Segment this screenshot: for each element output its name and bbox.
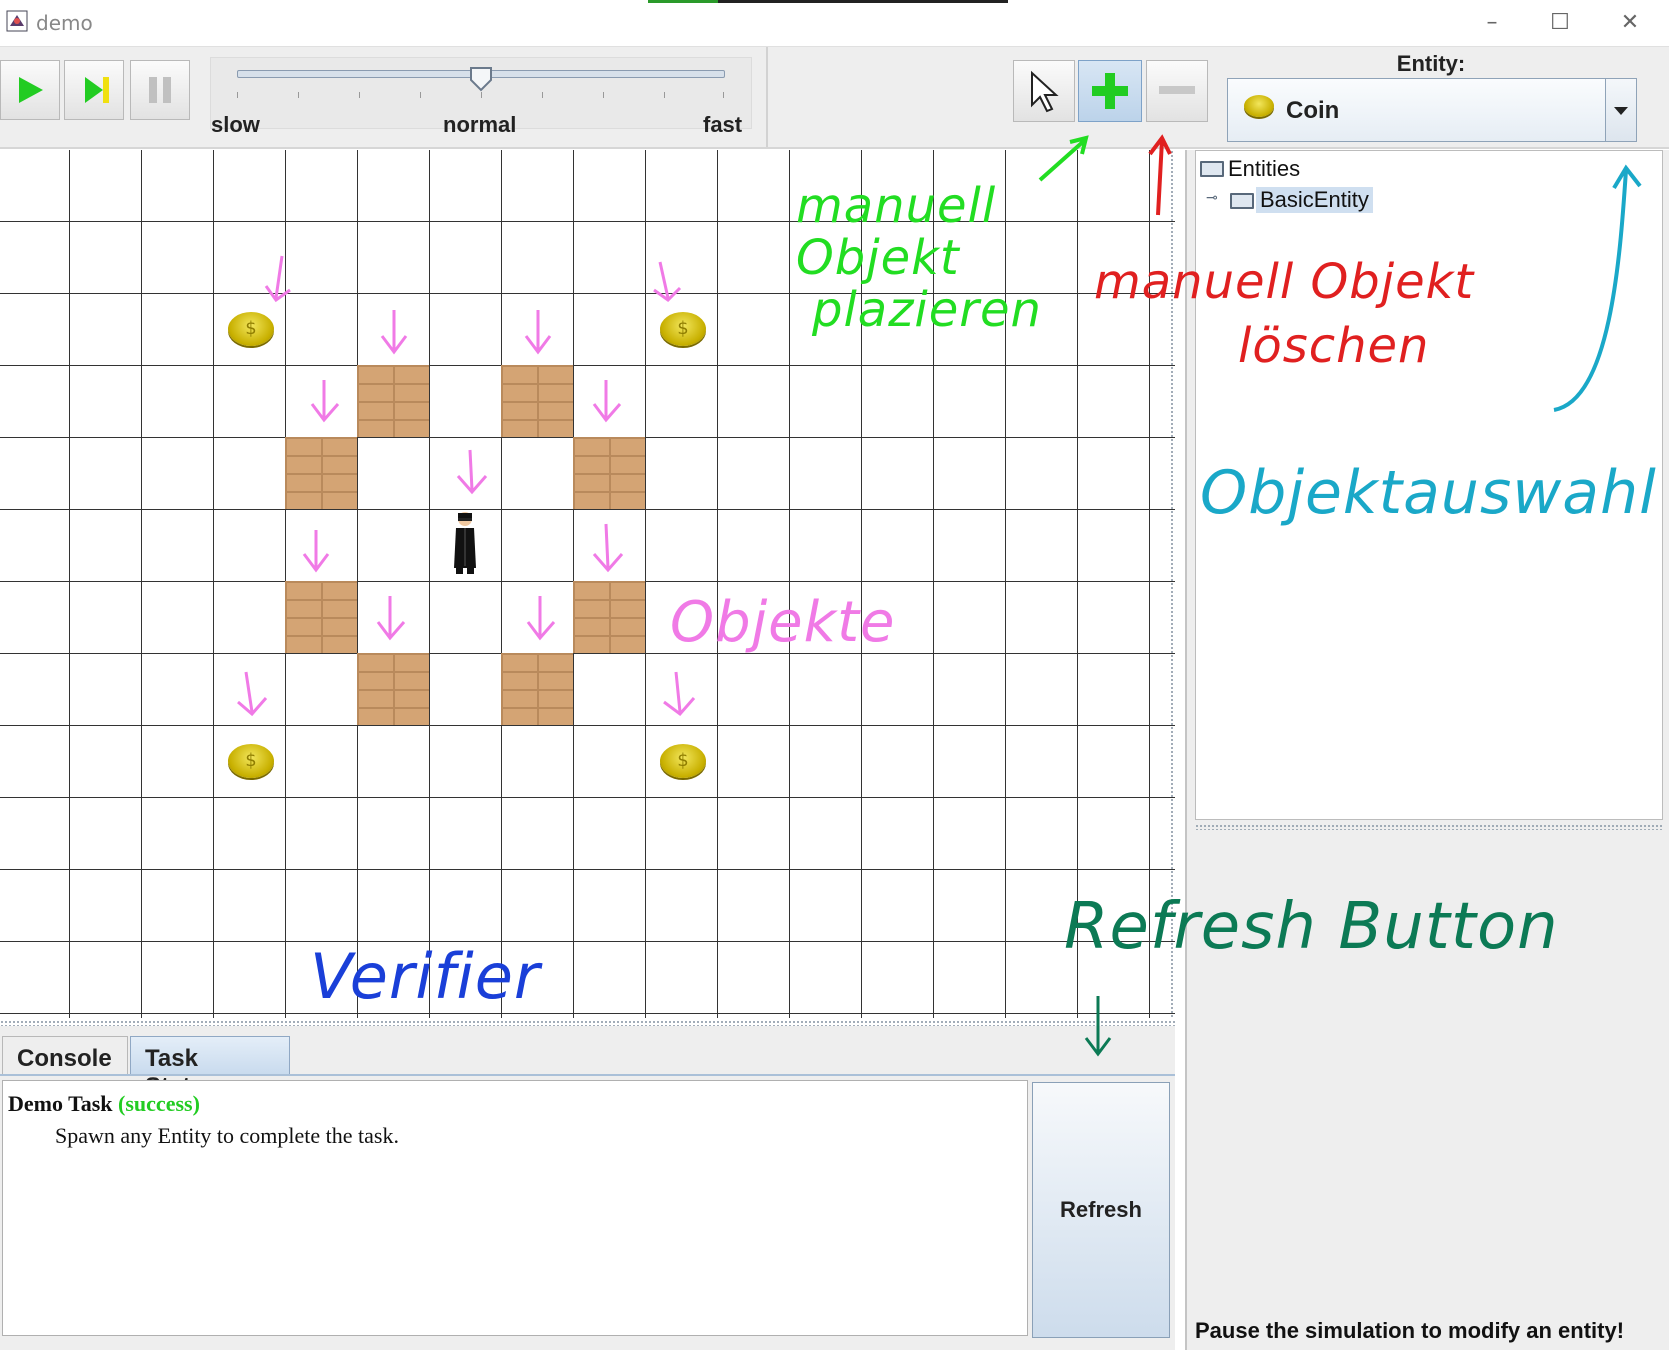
- select-tool-button[interactable]: [1013, 60, 1075, 122]
- step-button[interactable]: [64, 60, 124, 120]
- pink-arrow: [592, 380, 622, 423]
- annotation-arrow-cyan: [1553, 164, 1642, 412]
- close-icon[interactable]: ✕: [1610, 6, 1650, 40]
- pause-button[interactable]: [130, 60, 190, 120]
- pink-arrow: [653, 261, 682, 302]
- annotation-arrows-pink: [237, 255, 696, 717]
- slider-tick: [359, 92, 360, 98]
- task-description: Spawn any Entity to complete the task.: [55, 1123, 399, 1148]
- pink-arrow: [456, 449, 488, 495]
- tab-task-status[interactable]: Task Status: [130, 1036, 290, 1100]
- chevron-down-icon: [1614, 107, 1628, 115]
- task-status: (success): [118, 1091, 200, 1116]
- entity-label: Entity:: [1396, 51, 1466, 76]
- slider-tick: [298, 92, 299, 98]
- entity-selector: Entity: Coin: [1226, 47, 1669, 147]
- plus-icon: [1092, 73, 1128, 109]
- remove-entity-button[interactable]: [1146, 60, 1208, 122]
- toolbar: slow normal fast Entity: Coin: [0, 47, 1669, 149]
- task-title: Demo Task (success): [8, 1091, 200, 1117]
- annotation-refresh: Refresh Button: [1064, 890, 1559, 964]
- tree-item-basicentity[interactable]: BasicEntity: [1256, 187, 1373, 213]
- folder-icon: [1230, 193, 1254, 209]
- speed-label-normal: normal: [443, 112, 517, 137]
- right-splitter-handle[interactable]: [1195, 824, 1663, 830]
- slider-tick: [723, 92, 724, 98]
- slider-thumb[interactable]: [469, 66, 493, 92]
- tab-underline: [0, 1074, 1175, 1076]
- slider-tick: [542, 92, 543, 98]
- slider-tick: [237, 92, 238, 98]
- step-icon: [85, 77, 109, 103]
- annotation-verifier: Verifier: [310, 940, 541, 1013]
- coin-entity[interactable]: $: [228, 744, 274, 778]
- coin-icon: [1244, 95, 1274, 117]
- annotation-place: manuell Objekt plazieren: [796, 180, 1042, 336]
- speed-slider[interactable]: slow normal fast: [210, 57, 752, 137]
- speed-label-slow: slow: [211, 112, 260, 137]
- app-icon: [6, 10, 28, 32]
- pink-arrow: [237, 671, 268, 717]
- entity-combobox-value: Coin: [1286, 97, 1340, 124]
- pause-icon: [149, 77, 171, 103]
- task-name: Demo Task: [8, 1091, 113, 1116]
- minimize-icon[interactable]: –: [1472, 6, 1512, 40]
- play-button[interactable]: [0, 60, 60, 120]
- annotation-delete: manuell Objekt löschen: [1094, 250, 1474, 378]
- annotation-selection: Objektauswahl: [1200, 458, 1657, 528]
- pink-arrow: [302, 530, 330, 573]
- tree-root-entities[interactable]: Entities: [1228, 156, 1300, 182]
- folder-icon: [1200, 161, 1224, 177]
- slider-tick: [603, 92, 604, 98]
- pink-arrow: [663, 671, 696, 717]
- coin-entity[interactable]: $: [660, 744, 706, 778]
- speed-label-fast: fast: [703, 112, 743, 137]
- slider-tick: [420, 92, 421, 98]
- pink-arrow: [310, 380, 340, 423]
- slider-tick: [481, 92, 482, 98]
- task-status-panel: Demo Task (success) Spawn any Entity to …: [2, 1080, 1028, 1336]
- add-entity-button[interactable]: [1078, 60, 1142, 122]
- maximize-icon[interactable]: ☐: [1540, 6, 1580, 40]
- entity-combobox[interactable]: Coin: [1227, 78, 1637, 142]
- pink-arrow: [592, 523, 624, 573]
- toolbar-separator: [766, 47, 768, 147]
- pink-arrow: [524, 310, 552, 355]
- pink-arrow: [376, 596, 406, 641]
- combobox-arrow-button[interactable]: [1605, 79, 1636, 141]
- pink-arrow: [380, 310, 408, 355]
- annotation-place-line2: Objekt: [796, 230, 960, 286]
- title-accent-green: [648, 0, 718, 3]
- annotation-arrow-green: [1038, 135, 1089, 182]
- annotation-place-line1: manuell: [796, 178, 997, 234]
- slider-tick: [664, 92, 665, 98]
- play-icon: [19, 77, 43, 103]
- tree-expand-icon[interactable]: ⊸: [1206, 189, 1218, 206]
- annotation-place-line3: plazieren: [812, 282, 1042, 338]
- pink-arrow: [264, 255, 291, 303]
- annotation-delete-line2: löschen: [1238, 318, 1430, 374]
- annotation-delete-line1: manuell Objekt: [1094, 254, 1475, 310]
- tab-console[interactable]: Console: [2, 1036, 128, 1074]
- bottom-pane: Console Task Status Demo Task (success) …: [0, 1026, 1175, 1350]
- annotation-arrow-red: [1148, 134, 1172, 216]
- cursor-icon: [1031, 70, 1059, 113]
- title-bar: demo – ☐ ✕: [0, 0, 1669, 47]
- pink-arrow: [526, 596, 556, 641]
- annotation-arrow-teal: [1084, 996, 1112, 1057]
- refresh-button[interactable]: Refresh: [1032, 1082, 1170, 1338]
- window-title: demo: [36, 11, 93, 35]
- pause-message: Pause the simulation to modify an entity…: [1195, 1318, 1625, 1343]
- minus-icon: [1159, 86, 1195, 94]
